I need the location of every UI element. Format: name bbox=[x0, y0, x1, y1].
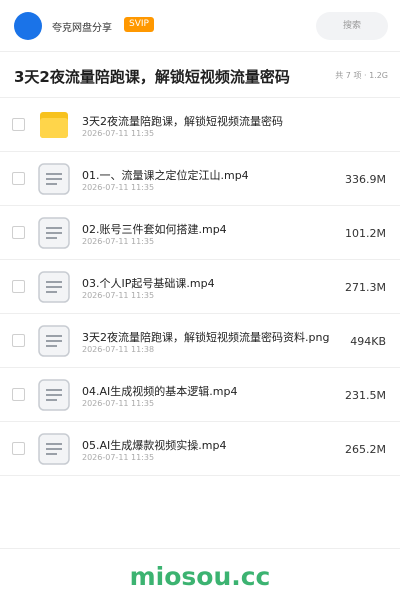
file-row[interactable]: 04.AI生成视频的基本逻辑.mp4 2026-07-11 11:35 231.… bbox=[0, 368, 400, 422]
file-name[interactable]: 02.账号三件套如何搭建.mp4 bbox=[82, 221, 227, 237]
file-row[interactable]: 05.AI生成爆款视频实操.mp4 2026-07-11 11:35 265.2… bbox=[0, 422, 400, 476]
file-row[interactable]: 02.账号三件套如何搭建.mp4 2026-07-11 11:35 101.2M bbox=[0, 206, 400, 260]
page-title: 3天2夜流量陪跑课，解锁短视频流量密码 bbox=[14, 68, 290, 86]
file-date: 2026-07-11 11:35 bbox=[82, 129, 155, 138]
file-date: 2026-07-11 11:35 bbox=[82, 399, 155, 408]
search-button[interactable]: 搜索 bbox=[316, 12, 388, 40]
file-icon bbox=[38, 217, 70, 249]
file-name[interactable]: 04.AI生成视频的基本逻辑.mp4 bbox=[82, 383, 237, 399]
select-checkbox[interactable] bbox=[12, 388, 25, 401]
file-row[interactable]: 3天2夜流量陪跑课，解锁短视频流量密码 2026-07-11 11:35 bbox=[0, 98, 400, 152]
file-size: 494KB bbox=[350, 335, 386, 348]
file-name[interactable]: 3天2夜流量陪跑课，解锁短视频流量密码 bbox=[82, 113, 283, 129]
select-checkbox[interactable] bbox=[12, 442, 25, 455]
select-checkbox[interactable] bbox=[12, 334, 25, 347]
file-icon bbox=[38, 325, 70, 357]
select-checkbox[interactable] bbox=[12, 118, 25, 131]
file-icon bbox=[38, 379, 70, 411]
select-checkbox[interactable] bbox=[12, 226, 25, 239]
file-name[interactable]: 01.一、流量课之定位定江山.mp4 bbox=[82, 167, 249, 183]
select-checkbox[interactable] bbox=[12, 280, 25, 293]
file-date: 2026-07-11 11:35 bbox=[82, 291, 155, 300]
file-name[interactable]: 03.个人IP起号基础课.mp4 bbox=[82, 275, 215, 291]
file-icon bbox=[38, 433, 70, 465]
file-size: 271.3M bbox=[345, 281, 386, 294]
share-title-row: 3天2夜流量陪跑课，解锁短视频流量密码 共 7 项 · 1.2G bbox=[0, 52, 400, 98]
svip-badge: SVIP bbox=[124, 17, 154, 32]
file-date: 2026-07-11 11:38 bbox=[82, 345, 155, 354]
file-date: 2026-07-11 11:35 bbox=[82, 237, 155, 246]
folder-icon bbox=[40, 112, 68, 138]
file-name[interactable]: 05.AI生成爆款视频实操.mp4 bbox=[82, 437, 226, 453]
footer-divider bbox=[0, 548, 400, 549]
share-meta: 共 7 项 · 1.2G bbox=[335, 71, 388, 80]
avatar[interactable] bbox=[14, 12, 42, 40]
file-date: 2026-07-11 11:35 bbox=[82, 453, 155, 462]
file-name[interactable]: 3天2夜流量陪跑课，解锁短视频流量密码资料.png bbox=[82, 329, 329, 345]
file-size: 336.9M bbox=[345, 173, 386, 186]
top-bar: 夸克网盘分享 SVIP 搜索 bbox=[0, 0, 400, 52]
file-icon bbox=[38, 163, 70, 195]
file-list: 3天2夜流量陪跑课，解锁短视频流量密码 2026-07-11 11:35 01.… bbox=[0, 98, 400, 476]
file-icon bbox=[38, 271, 70, 303]
file-row[interactable]: 03.个人IP起号基础课.mp4 2026-07-11 11:35 271.3M bbox=[0, 260, 400, 314]
file-row[interactable]: 3天2夜流量陪跑课，解锁短视频流量密码资料.png 2026-07-11 11:… bbox=[0, 314, 400, 368]
file-date: 2026-07-11 11:35 bbox=[82, 183, 155, 192]
watermark: miosou.cc bbox=[129, 562, 271, 591]
file-size: 265.2M bbox=[345, 443, 386, 456]
file-size: 231.5M bbox=[345, 389, 386, 402]
sharer-name[interactable]: 夸克网盘分享 bbox=[52, 19, 112, 34]
select-checkbox[interactable] bbox=[12, 172, 25, 185]
file-row[interactable]: 01.一、流量课之定位定江山.mp4 2026-07-11 11:35 336.… bbox=[0, 152, 400, 206]
file-size: 101.2M bbox=[345, 227, 386, 240]
